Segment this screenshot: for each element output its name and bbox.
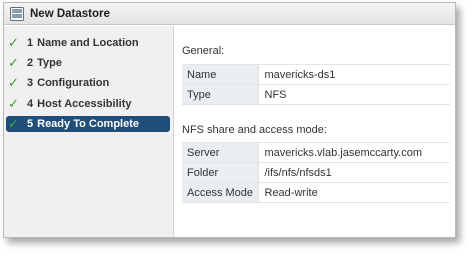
step-type[interactable]: ✓ 2 Type: [6, 55, 170, 71]
step-label: Type: [37, 57, 62, 69]
checkmark-icon: ✓: [8, 96, 19, 111]
checkmark-icon: ✓: [8, 55, 19, 70]
type-key: Type: [182, 84, 259, 105]
name-value: mavericks-ds1: [258, 64, 450, 85]
step-label: Host Accessibility: [37, 98, 132, 110]
datastore-icon: [10, 6, 24, 21]
general-table: Name mavericks-ds1 Type NFS: [182, 64, 450, 105]
nfs-table: Server mavericks.vlab.jasemccarty.com Fo…: [182, 142, 450, 203]
step-ready-to-complete[interactable]: ✓ 5 Ready To Complete: [6, 116, 170, 132]
step-number: 1: [27, 37, 34, 49]
table-row: Type NFS: [182, 84, 450, 105]
step-number: 3: [27, 77, 34, 89]
nfs-heading: NFS share and access mode:: [182, 124, 327, 136]
step-number: 2: [27, 57, 34, 69]
step-label: Configuration: [37, 77, 110, 89]
step-configuration[interactable]: ✓ 3 Configuration: [6, 75, 170, 91]
wizard-steps-sidebar: ✓ 1 Name and Location ✓ 2 Type ✓ 3 Confi…: [4, 26, 174, 237]
table-row: Access Mode Read-write: [182, 182, 450, 203]
table-row: Server mavericks.vlab.jasemccarty.com: [182, 142, 450, 163]
new-datastore-dialog: New Datastore ✓ 1 Name and Location ✓ 2 …: [3, 2, 456, 238]
checkmark-icon: ✓: [8, 116, 19, 131]
step-name-and-location[interactable]: ✓ 1 Name and Location: [6, 35, 170, 51]
window-title: New Datastore: [30, 7, 110, 20]
server-key: Server: [182, 142, 259, 163]
folder-value: /ifs/nfs/nfsds1: [258, 162, 450, 183]
server-value: mavericks.vlab.jasemccarty.com: [258, 142, 450, 163]
step-label: Ready To Complete: [37, 118, 139, 130]
general-heading: General:: [182, 45, 225, 57]
step-number: 4: [27, 98, 34, 110]
step-host-accessibility[interactable]: ✓ 4 Host Accessibility: [6, 96, 170, 112]
type-value: NFS: [258, 84, 450, 105]
name-key: Name: [182, 64, 259, 85]
title-bar: New Datastore: [4, 3, 455, 25]
step-label: Name and Location: [37, 37, 139, 49]
summary-content: General: Name mavericks-ds1 Type NFS NFS…: [182, 26, 455, 237]
table-row: Name mavericks-ds1: [182, 64, 450, 85]
table-row: Folder /ifs/nfs/nfsds1: [182, 162, 450, 183]
step-number: 5: [27, 118, 34, 130]
access-mode-key: Access Mode: [182, 182, 259, 203]
folder-key: Folder: [182, 162, 259, 183]
checkmark-icon: ✓: [8, 75, 19, 90]
access-mode-value: Read-write: [258, 182, 450, 203]
checkmark-icon: ✓: [8, 35, 19, 50]
